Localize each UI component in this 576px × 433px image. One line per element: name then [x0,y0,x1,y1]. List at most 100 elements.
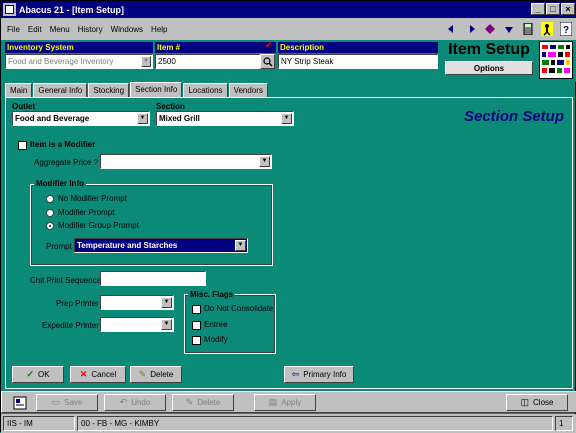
chevron-down-icon[interactable]: ▼ [235,240,246,251]
menu-bar: File Edit Menu History Windows Help ? [1,18,576,40]
tab-locations[interactable]: Locations [183,83,228,97]
chit-print-sequence-label: Chit Print Sequence [30,276,102,285]
save-button[interactable]: ▭ Save [36,394,98,411]
title-bar: Abacus 21 - [Item Setup] _ □ × [1,1,576,18]
delete-label: Delete [150,370,174,379]
minimize-button[interactable]: _ [531,3,545,15]
page-title-box: Item Setup Options [441,41,537,79]
expedite-printer-label: Expedite Printer [42,321,99,330]
forward-arrow-icon[interactable] [462,20,480,38]
expedite-printer-select[interactable]: ▼ [100,317,174,332]
modify-label: Modify [204,335,228,344]
modifier-prompt-radio[interactable] [46,209,54,217]
menu-help[interactable]: Help [151,25,167,34]
prompt-value: Temperature and Starches [77,241,178,250]
app-window: Abacus 21 - [Item Setup] _ □ × File Edit… [0,0,576,433]
checkmark-icon: ✓ [264,40,273,51]
svg-text:?: ? [563,25,569,36]
primary-info-button[interactable]: ⇦ Primary Info [284,366,354,383]
help-icon[interactable]: ? [557,20,575,38]
delete-button[interactable]: ✎ Delete [130,366,182,383]
section-title: Section Setup [463,108,564,125]
maximize-button[interactable]: □ [546,3,560,15]
save-icon: ▭ [51,397,61,407]
status-module: IIS - IM [3,416,75,431]
chevron-down-icon[interactable]: ▼ [137,113,148,124]
gem-icon[interactable] [481,20,499,38]
ok-label: OK [37,370,50,379]
tab-main[interactable]: Main [5,83,33,97]
left-arrow-icon: ⇦ [291,369,300,379]
outlet-select[interactable]: Food and Beverage ▼ [12,111,150,126]
apply-label: Apply [281,398,302,407]
inventory-system-value: Food and Beverage Inventory [8,57,114,66]
aggregate-price-label: Aggregate Price ? [34,158,99,167]
entree-label: Entree [204,320,228,329]
description-field[interactable]: NY Strip Steak [278,54,438,69]
prompt-label: Prompt [46,242,72,251]
down-arrow-icon[interactable] [500,20,518,38]
toolbar-delete-button[interactable]: ✎ Delete [172,394,234,411]
section-select[interactable]: Mixed Grill ▼ [156,111,294,126]
do-not-consolidate-label: Do Not Consolidate [204,304,274,313]
calculator-icon[interactable] [519,20,537,38]
checkmark-icon: ✓ [26,369,34,379]
search-icon[interactable] [260,54,275,69]
apply-icon: ▤ [268,397,278,407]
modifier-prompt-label: Modifier Prompt [58,208,115,217]
toolbar-delete-label: Delete [197,398,221,407]
inventory-system-label: Inventory System [5,42,153,53]
chevron-down-icon[interactable]: ▼ [161,319,172,330]
entree-checkbox[interactable] [192,321,201,330]
aggregate-price-select[interactable]: ▼ [100,154,272,169]
cancel-button[interactable]: ✕ Cancel [70,366,126,383]
chevron-down-icon[interactable]: ▼ [259,156,270,167]
menu-windows[interactable]: Windows [111,25,143,34]
modifier-group-prompt-radio[interactable] [46,222,54,230]
apply-button[interactable]: ▤ Apply [254,394,316,411]
chevron-down-icon[interactable]: ▼ [141,56,151,67]
item-number-field[interactable]: 2500 [155,54,260,69]
outlet-label: Outlet [12,102,36,111]
cancel-label: Cancel [91,370,117,379]
item-number-group: Item # ✓ 2500 [155,40,276,69]
status-bar: IIS - IM 00 - FB - MG - KIMBY 1 [1,414,576,433]
chevron-down-icon[interactable]: ▼ [161,297,172,308]
menu-file[interactable]: File [7,25,20,34]
item-is-modifier-checkbox[interactable] [18,141,27,150]
item-number-label-text: Item # [157,43,181,52]
delete-icon: ✎ [185,397,194,407]
menu-history[interactable]: History [78,25,103,34]
close-icon: ◫ [520,397,530,407]
tab-general-info[interactable]: General Info [33,83,88,97]
inventory-system-select[interactable]: Food and Beverage Inventory ▼ [5,54,153,69]
back-arrow-icon[interactable] [443,20,461,38]
chevron-down-icon[interactable]: ▼ [281,113,292,124]
tab-vendors[interactable]: Vendors [228,83,268,97]
prep-printer-select[interactable]: ▼ [100,295,174,310]
undo-button[interactable]: ↶ Undo [104,394,166,411]
tab-stocking[interactable]: Stocking [88,83,130,97]
modifier-group-prompt-label: Modifier Group Prompt [58,221,139,230]
exit-icon[interactable] [538,20,556,38]
tab-section-info[interactable]: Section Info [130,82,183,97]
close-window-button[interactable]: × [561,3,575,15]
menu-menu[interactable]: Menu [50,25,70,34]
close-button[interactable]: ◫ Close [506,394,568,411]
options-button[interactable]: Options [445,61,533,75]
modifier-info-label: Modifier Info [34,179,86,188]
status-count: 1 [555,416,573,431]
item-is-modifier-label: Item is a Modifier [30,140,96,149]
prompt-select[interactable]: Temperature and Starches ▼ [74,238,248,253]
chit-print-sequence-field[interactable] [100,271,206,286]
menu-edit[interactable]: Edit [28,25,42,34]
tab-strip: Main General Info Stocking Section Info … [5,82,269,97]
tool-icon[interactable] [11,394,29,411]
no-modifier-prompt-radio[interactable] [46,195,54,203]
close-label: Close [533,398,554,407]
modify-checkbox[interactable] [192,336,201,345]
bottom-toolbar: ▭ Save ↶ Undo ✎ Delete ▤ Apply ◫ Close [1,391,576,413]
do-not-consolidate-checkbox[interactable] [192,305,201,314]
ok-button[interactable]: ✓ OK [12,366,64,383]
app-icon[interactable] [3,3,16,16]
